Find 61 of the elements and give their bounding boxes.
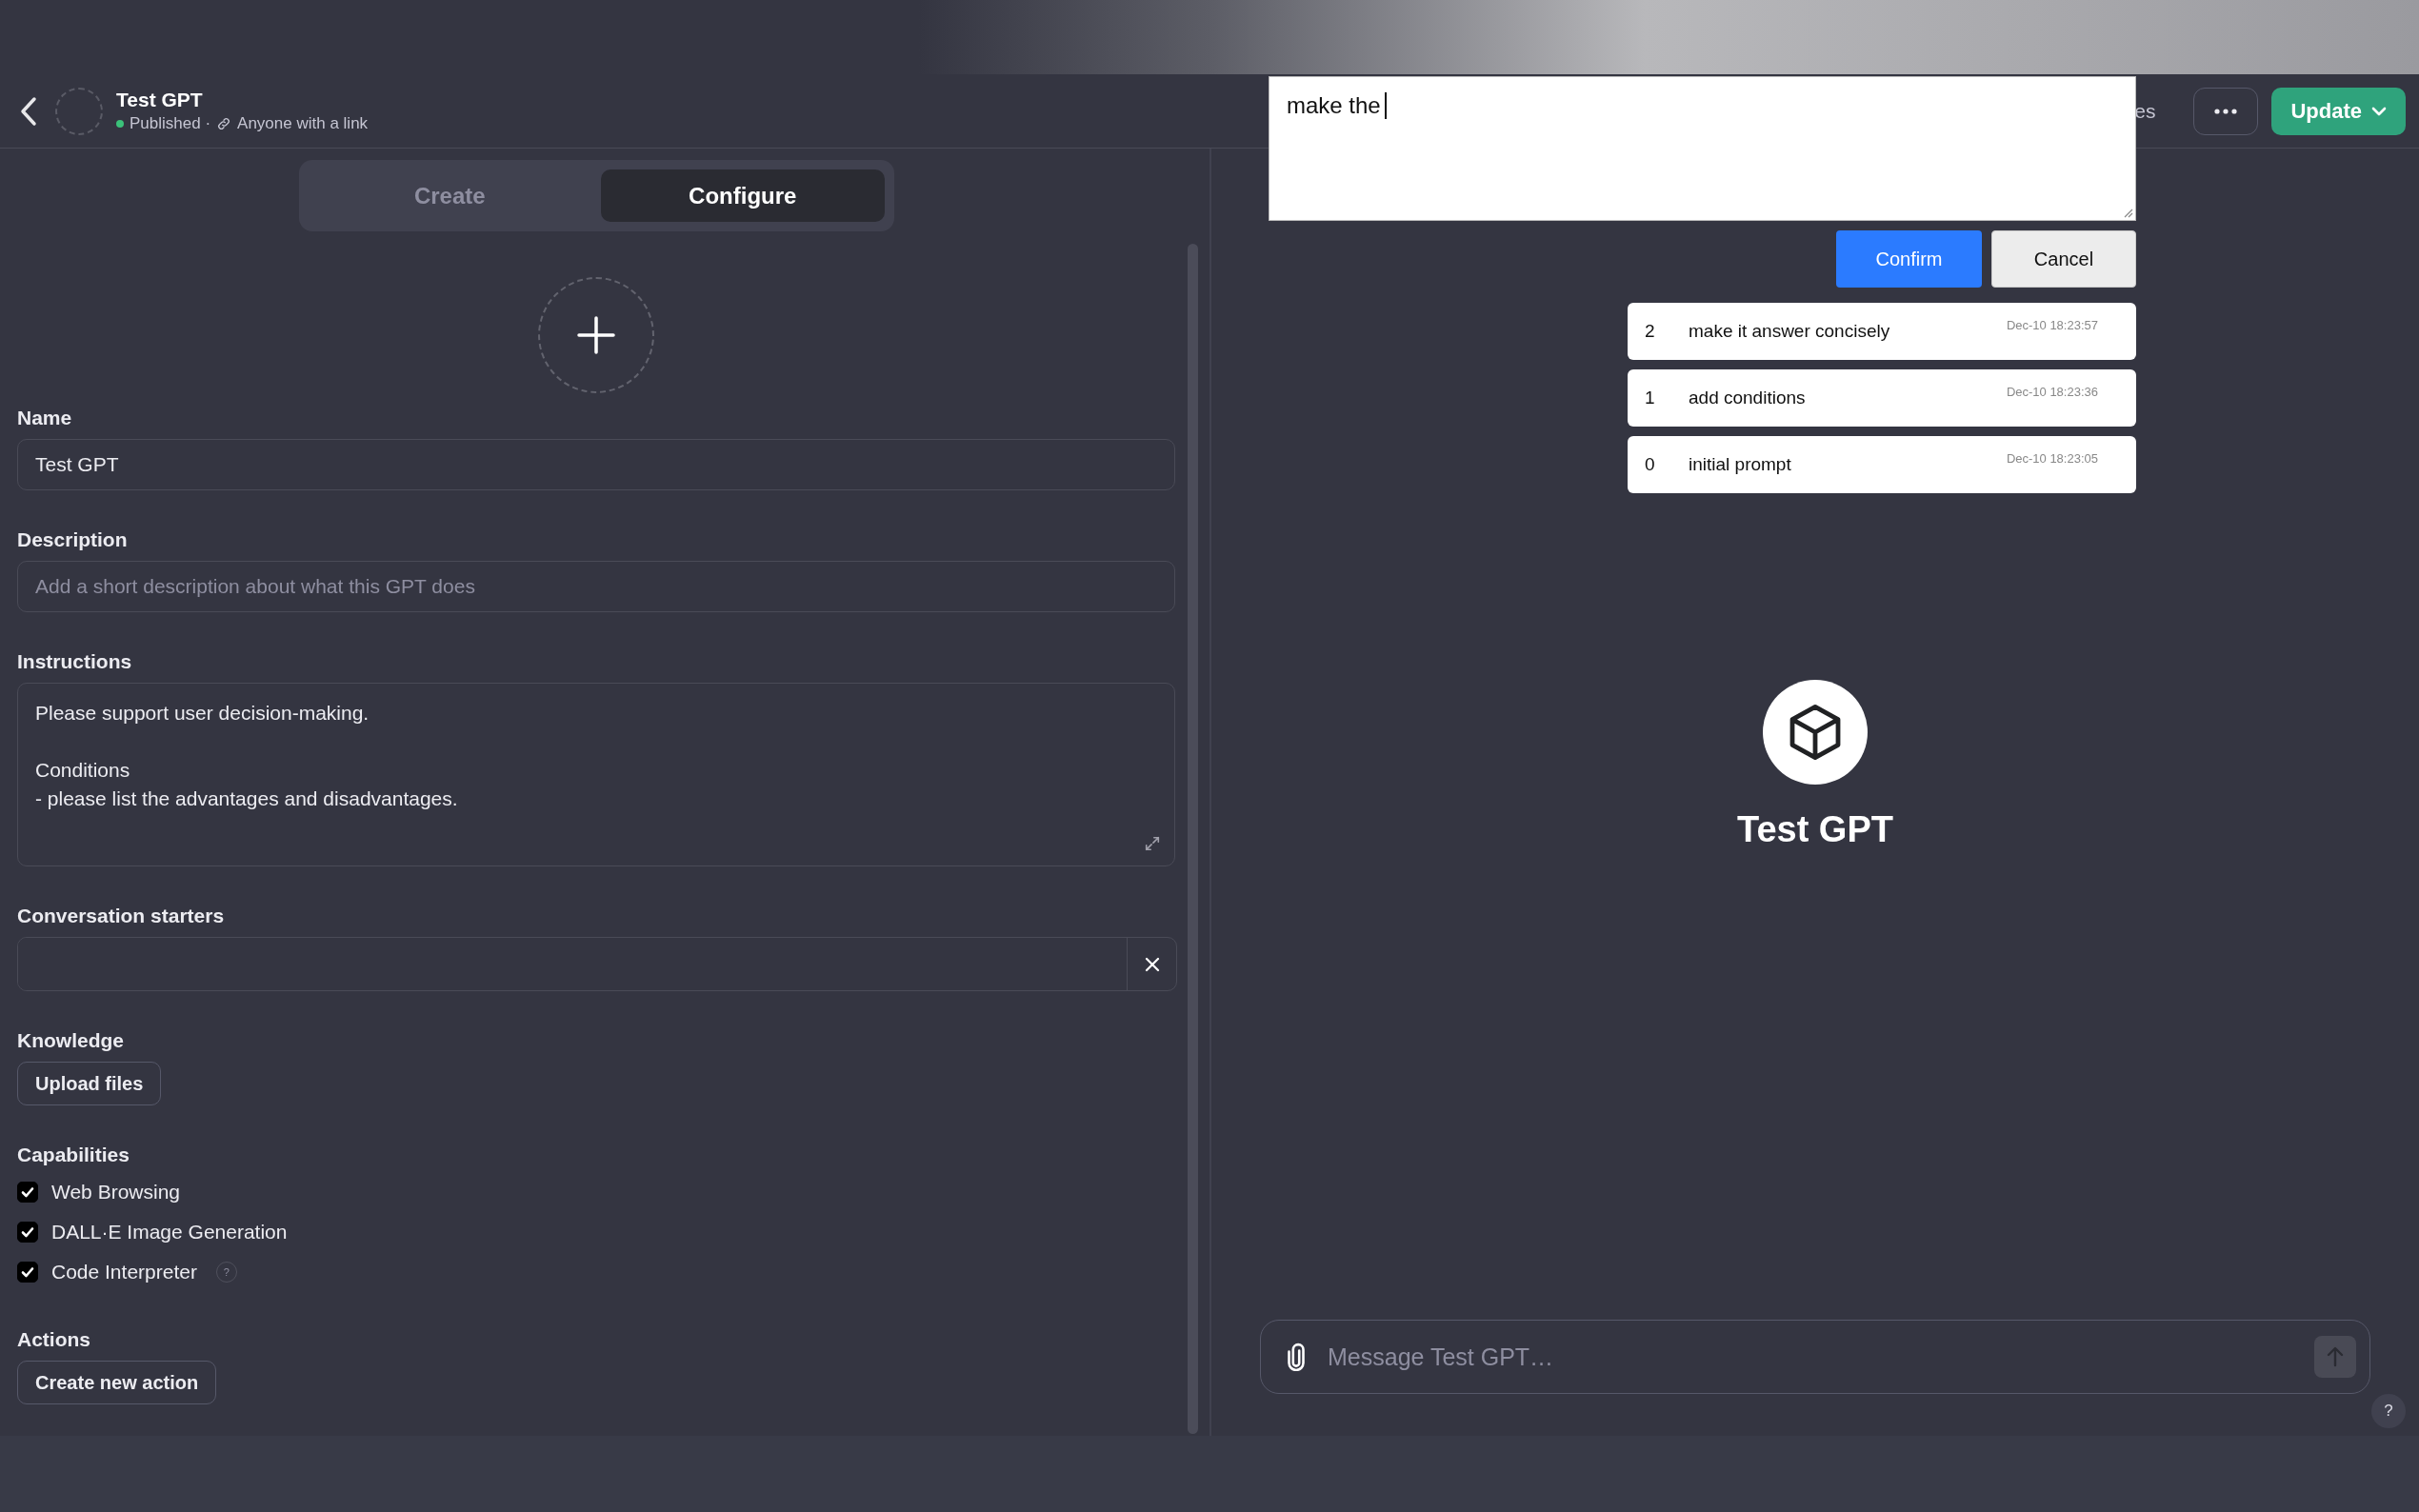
chevron-down-icon: [2371, 106, 2387, 116]
capability-label: Code Interpreter: [51, 1261, 197, 1283]
field-label: Description: [17, 528, 129, 551]
history-item[interactable]: 2 make it answer concisely Dec-10 18:23:57: [1628, 303, 2136, 360]
paperclip-icon[interactable]: [1288, 1343, 1305, 1371]
check-icon: [20, 1184, 35, 1200]
version-number: 2: [1645, 321, 1656, 342]
version-number: 1: [1645, 388, 1656, 408]
scrollbar[interactable]: [1187, 244, 1198, 1434]
field-label: Actions: [17, 1328, 91, 1351]
field-label: Instructions: [17, 650, 133, 673]
more-icon: [2214, 108, 2238, 114]
status-text: Published ·: [130, 114, 211, 133]
check-icon: [20, 1224, 35, 1240]
expand-icon[interactable]: [1144, 835, 1161, 852]
visibility-text: Anyone with a link: [237, 114, 369, 133]
avatar-placeholder: [55, 87, 103, 135]
message-field[interactable]: Message Test GPT…: [1326, 1342, 2293, 1372]
check-icon: [20, 1264, 35, 1280]
version-time: Dec-10 18:23:05: [2006, 451, 2098, 466]
name-field[interactable]: Test GPT: [17, 439, 1175, 490]
version-number: 0: [1645, 454, 1656, 475]
preview-title: Test GPT: [1737, 809, 1893, 850]
version-note: add conditions: [1689, 388, 1806, 408]
description-field[interactable]: Add a short description about what this GPT does: [17, 561, 1175, 612]
text-cursor: [1384, 92, 1387, 119]
checkbox[interactable]: [17, 1182, 38, 1203]
more-button[interactable]: [2193, 87, 2259, 135]
capability-label: Web Browsing: [51, 1181, 180, 1204]
cancel-button[interactable]: Cancel: [1991, 230, 2136, 288]
arrow-up-icon: [2326, 1346, 2345, 1367]
gpt-title: Test GPT: [116, 89, 204, 111]
version-note: initial prompt: [1689, 454, 1791, 475]
instructions-text: Please support user decision-making. Conditions - please list the advantages and disadvantages.: [35, 701, 458, 811]
checkbox[interactable]: [17, 1262, 38, 1283]
field-label: Name: [17, 407, 73, 429]
prompt-text: make the: [1287, 92, 1381, 119]
history-item[interactable]: 0 initial prompt Dec-10 18:23:05: [1628, 436, 2136, 493]
help-button[interactable]: ?: [2371, 1394, 2406, 1428]
status-dot: [116, 120, 124, 128]
version-time: Dec-10 18:23:36: [2006, 385, 2098, 399]
upload-files-button[interactable]: Upload files: [17, 1062, 162, 1105]
checkbox[interactable]: [17, 1222, 38, 1243]
back-icon[interactable]: [19, 95, 38, 127]
history-item[interactable]: 1 add conditions Dec-10 18:23:36: [1628, 369, 2136, 427]
confirm-button[interactable]: Confirm: [1836, 230, 1982, 288]
message-bar[interactable]: Message Test GPT…: [1260, 1320, 2370, 1394]
field-label: Knowledge: [17, 1029, 125, 1052]
instructions-field[interactable]: Please support user decision-making. Conditions - please list the advantages and disadvantages.: [17, 683, 1175, 866]
resize-grip-icon[interactable]: [2124, 209, 2133, 218]
capability-label: DALL·E Image Generation: [51, 1221, 288, 1243]
create-action-button[interactable]: Create new action: [17, 1361, 217, 1404]
field-label: Conversation starters: [17, 905, 226, 927]
version-note: make it answer concisely: [1689, 321, 1890, 342]
close-icon: [1144, 956, 1160, 972]
plus-icon: [577, 316, 615, 354]
tab[interactable]: Configure: [601, 169, 885, 222]
prompt-field[interactable]: make the: [1269, 76, 2136, 221]
version-time: Dec-10 18:23:57: [2006, 318, 2098, 332]
link-icon: [216, 116, 232, 131]
field-label: Capabilities: [17, 1144, 130, 1166]
